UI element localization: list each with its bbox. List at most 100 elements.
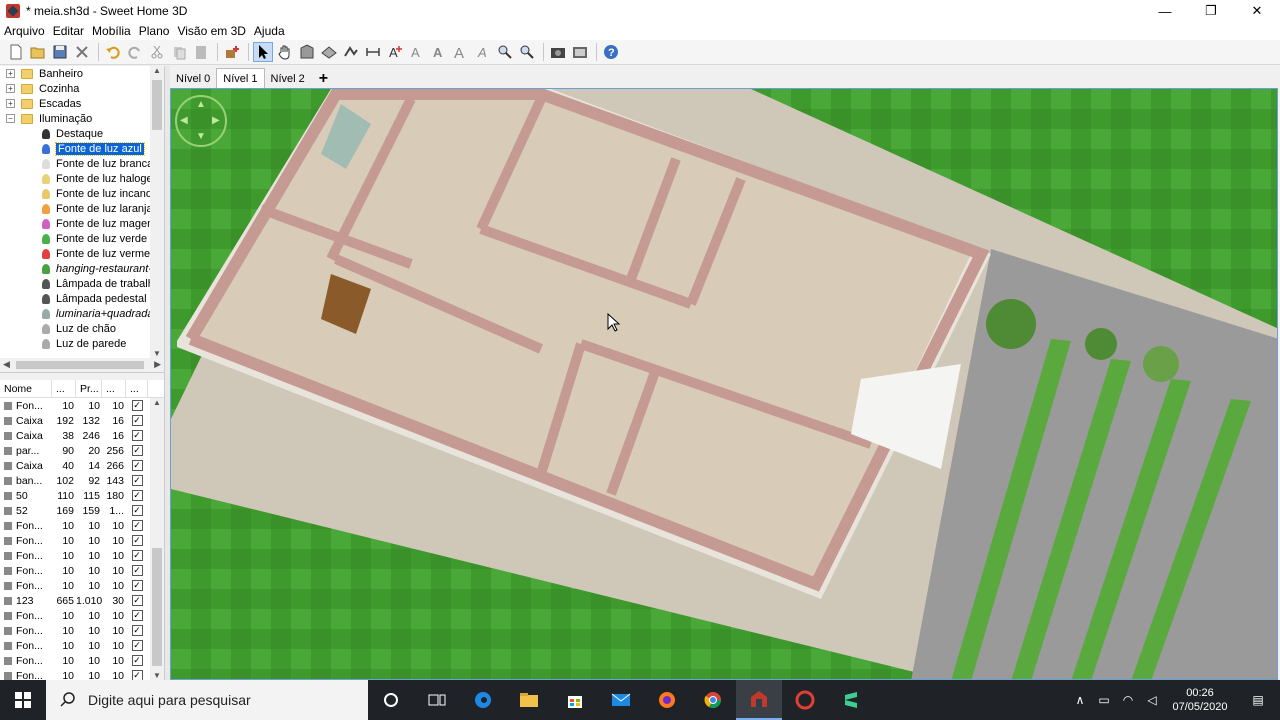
table-row[interactable]: ban... 102 92 143 ✓ [0, 473, 164, 488]
visible-checkbox[interactable]: ✓ [131, 445, 143, 456]
catalog-vertical-scrollbar[interactable]: ▲ ▼ [150, 66, 164, 358]
table-row[interactable]: Fon... 10 10 10 ✓ [0, 623, 164, 638]
visible-checkbox[interactable]: ✓ [131, 670, 143, 680]
scroll-up-icon[interactable]: ▲ [150, 66, 164, 75]
table-row[interactable]: Caixa 40 14 266 ✓ [0, 458, 164, 473]
catalog-item[interactable]: Luz de chão [0, 321, 164, 336]
zoom-in-icon[interactable] [495, 42, 515, 62]
catalog-item[interactable]: Fonte de luz magent [0, 216, 164, 231]
catalog-horizontal-scrollbar[interactable]: ◀ ▶ [0, 358, 164, 372]
paste-icon[interactable] [191, 42, 211, 62]
undo-icon[interactable] [103, 42, 123, 62]
catalog-item[interactable]: Fonte de luz azul [0, 141, 164, 156]
3d-view[interactable]: ▲ ▼ ◀ ▶ [170, 88, 1278, 680]
microsoft-store-icon[interactable] [552, 680, 598, 720]
visible-checkbox[interactable]: ✓ [131, 415, 143, 426]
visible-checkbox[interactable]: ✓ [131, 565, 143, 576]
open-icon[interactable] [28, 42, 48, 62]
table-row[interactable]: Fon... 10 10 10 ✓ [0, 668, 164, 680]
tab-nivel-0[interactable]: Nível 0 [170, 70, 216, 88]
table-vertical-scrollbar[interactable]: ▲ ▼ [150, 398, 164, 680]
cortana-icon[interactable] [368, 680, 414, 720]
wifi-icon[interactable]: ◠ [1116, 693, 1140, 707]
create-video-icon[interactable] [570, 42, 590, 62]
create-polylines-icon[interactable] [341, 42, 361, 62]
navigation-compass[interactable]: ▲ ▼ ◀ ▶ [175, 95, 227, 147]
help-icon[interactable]: ? [601, 42, 621, 62]
table-row[interactable]: 52 169 159 1... ✓ [0, 503, 164, 518]
catalog-item[interactable]: luminaria+quadrada [0, 306, 164, 321]
catalog-item[interactable]: hanging-restaurant- [0, 261, 164, 276]
scroll-up-icon[interactable]: ▲ [150, 398, 164, 407]
table-row[interactable]: Fon... 10 10 10 ✓ [0, 638, 164, 653]
column-header-width[interactable]: ... [52, 380, 76, 397]
visible-checkbox[interactable]: ✓ [131, 535, 143, 546]
visible-checkbox[interactable]: ✓ [131, 655, 143, 666]
firefox-icon[interactable] [644, 680, 690, 720]
column-header-height[interactable]: ... [102, 380, 126, 397]
menu-ajuda[interactable]: Ajuda [250, 24, 289, 38]
scroll-right-icon[interactable]: ▶ [154, 359, 161, 370]
save-icon[interactable] [50, 42, 70, 62]
table-row[interactable]: Fon... 10 10 10 ✓ [0, 608, 164, 623]
table-row[interactable]: Fon... 10 10 10 ✓ [0, 653, 164, 668]
table-row[interactable]: Fon... 10 10 10 ✓ [0, 563, 164, 578]
scroll-thumb[interactable] [16, 361, 144, 369]
catalog-item[interactable]: Fonte de luz halogen [0, 171, 164, 186]
add-level-button[interactable]: + [311, 70, 336, 88]
text-style-icon[interactable]: A [407, 42, 427, 62]
visible-checkbox[interactable]: ✓ [131, 580, 143, 591]
increase-text-icon[interactable]: A [451, 42, 471, 62]
create-walls-icon[interactable] [297, 42, 317, 62]
visible-checkbox[interactable]: ✓ [131, 400, 143, 411]
catalog-item[interactable]: Fonte de luz laranja [0, 201, 164, 216]
create-dimensions-icon[interactable] [363, 42, 383, 62]
scroll-down-icon[interactable]: ▼ [150, 349, 164, 358]
table-row[interactable]: Caixa 192 132 16 ✓ [0, 413, 164, 428]
visible-checkbox[interactable]: ✓ [131, 550, 143, 561]
new-icon[interactable] [6, 42, 26, 62]
mail-icon[interactable] [598, 680, 644, 720]
visible-checkbox[interactable]: ✓ [131, 460, 143, 471]
scroll-down-icon[interactable]: ▼ [150, 671, 164, 680]
catalog-item[interactable]: Lâmpada de trabalho [0, 276, 164, 291]
visible-checkbox[interactable]: ✓ [131, 505, 143, 516]
table-row[interactable]: par... 90 20 256 ✓ [0, 443, 164, 458]
table-row[interactable]: Fon... 10 10 10 ✓ [0, 518, 164, 533]
battery-icon[interactable]: ▭ [1092, 693, 1116, 707]
visible-checkbox[interactable]: ✓ [131, 430, 143, 441]
panel-splitter[interactable] [0, 372, 167, 380]
italic-icon[interactable]: A [473, 42, 493, 62]
arrow-up-icon[interactable]: ▲ [196, 99, 206, 110]
visible-checkbox[interactable]: ✓ [131, 490, 143, 501]
table-row[interactable]: Fon... 10 10 10 ✓ [0, 398, 164, 413]
column-header-depth[interactable]: Pr... [76, 380, 102, 397]
catalog-item[interactable]: Luz de parede [0, 336, 164, 351]
table-row[interactable]: 123 665 1.010 30 ✓ [0, 593, 164, 608]
bold-icon[interactable]: A [429, 42, 449, 62]
taskbar-search-box[interactable]: Digite aqui para pesquisar [46, 680, 368, 720]
arrow-left-icon[interactable]: ◀ [180, 115, 188, 126]
expand-icon[interactable]: + [6, 84, 15, 93]
show-hidden-icons-icon[interactable]: ∧ [1068, 693, 1092, 707]
close-button[interactable]: ✕ [1234, 0, 1280, 22]
catalog-item[interactable]: Destaque [0, 126, 164, 141]
catalog-item[interactable]: Fonte de luz incande [0, 186, 164, 201]
catalog-item[interactable]: Fonte de luz verde [0, 231, 164, 246]
scroll-left-icon[interactable]: ◀ [3, 359, 10, 370]
catalog-category-iluminacao[interactable]: − Iluminação [0, 111, 164, 126]
catalog-item[interactable]: Lâmpada pedestal [0, 291, 164, 306]
start-button[interactable] [0, 680, 46, 720]
sublime-app-icon[interactable] [828, 680, 874, 720]
visible-checkbox[interactable]: ✓ [131, 595, 143, 606]
file-explorer-icon[interactable] [506, 680, 552, 720]
screen-recorder-icon[interactable] [782, 680, 828, 720]
table-row[interactable]: 50 110 115 180 ✓ [0, 488, 164, 503]
add-furniture-icon[interactable] [222, 42, 242, 62]
menu-visao-3d[interactable]: Visão em 3D [173, 24, 249, 38]
cut-icon[interactable] [147, 42, 167, 62]
volume-icon[interactable]: ◁ [1140, 693, 1164, 707]
scroll-thumb[interactable] [152, 548, 162, 666]
catalog-category-cozinha[interactable]: + Cozinha [0, 81, 164, 96]
chrome-icon[interactable] [690, 680, 736, 720]
